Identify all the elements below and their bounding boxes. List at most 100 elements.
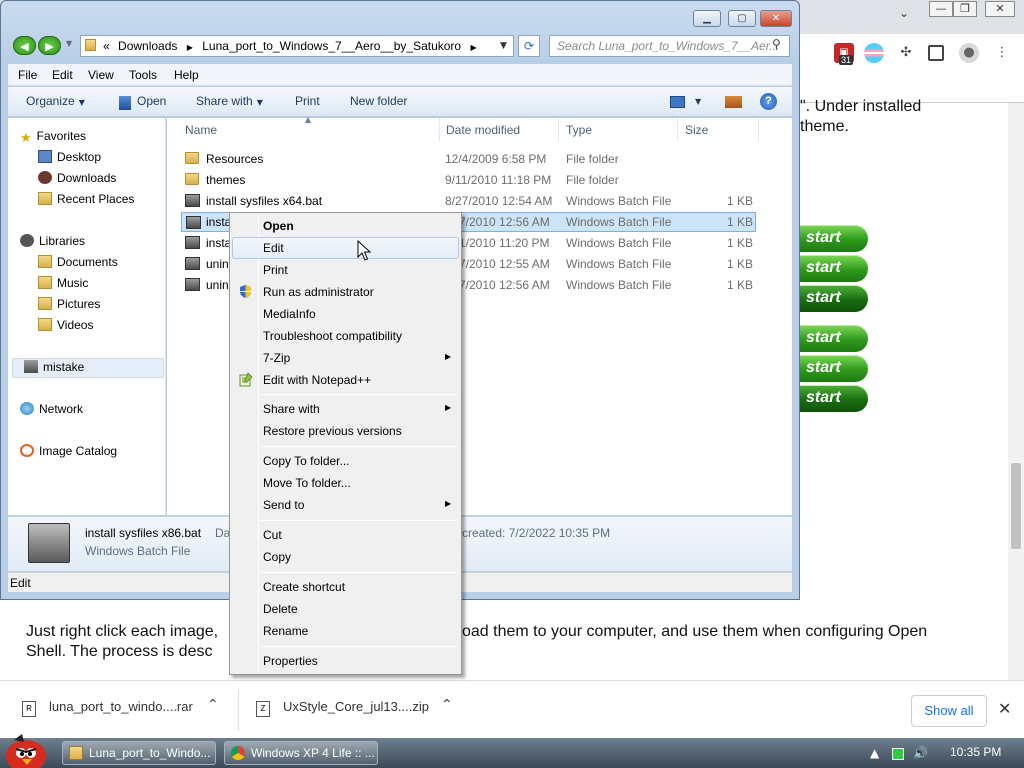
start-orb-image-6[interactable]: start	[800, 385, 868, 412]
network-tray-icon[interactable]	[892, 748, 904, 760]
column-separator[interactable]	[758, 118, 759, 142]
download-item-1[interactable]: luna_port_to_windo....rar	[49, 699, 193, 714]
maximize-button[interactable]: ▢	[728, 10, 756, 27]
nav-image-catalog[interactable]: Image Catalog	[20, 444, 117, 458]
browser-menu-icon[interactable]: ⋮	[992, 43, 1012, 63]
menu-delete[interactable]: Delete	[232, 598, 459, 620]
nav-favorites[interactable]: ★ Favorites	[20, 129, 86, 145]
system-clock[interactable]: 10:35 PM	[950, 745, 1001, 759]
menu-print[interactable]: Print	[232, 259, 459, 281]
menu-open[interactable]: Open	[232, 215, 459, 237]
column-date-modified[interactable]: Date modified	[446, 123, 520, 137]
breadcrumb-arrow-icon[interactable]: ▶	[470, 43, 476, 52]
menu-help[interactable]: Help	[174, 68, 199, 82]
close-button[interactable]: ✕	[760, 10, 792, 27]
open-button[interactable]: Open	[137, 94, 166, 108]
menu-cut[interactable]: Cut	[232, 524, 459, 546]
nav-network[interactable]: Network	[20, 402, 83, 416]
extensions-puzzle-icon[interactable]: ✣	[896, 43, 916, 63]
menu-edit[interactable]: Edit	[52, 68, 73, 82]
start-orb-image-3[interactable]: start	[800, 285, 868, 312]
close-icon[interactable]: ✕	[998, 699, 1011, 718]
nav-desktop[interactable]: Desktop	[38, 150, 101, 164]
nav-music[interactable]: Music	[38, 276, 88, 290]
breadcrumb-arrow-icon[interactable]: ▶	[187, 43, 193, 52]
browser-restore-button[interactable]: ❐	[953, 1, 977, 17]
start-orb-image-2[interactable]: start	[800, 255, 868, 282]
menu-view[interactable]: View	[88, 68, 114, 82]
minimize-button[interactable]: ▁	[693, 10, 721, 27]
start-orb-image-4[interactable]: start	[800, 325, 868, 352]
menu-send-to[interactable]: Send to ▶	[232, 494, 459, 516]
share-with-button[interactable]: Share with ▼	[196, 94, 263, 108]
column-separator[interactable]	[677, 118, 678, 142]
menu-edit-with-notepad[interactable]: Edit with Notepad++	[232, 369, 459, 391]
menu-copy[interactable]: Copy	[232, 546, 459, 568]
menu-move-to-folder[interactable]: Move To folder...	[232, 472, 459, 494]
refresh-button[interactable]: ⟳	[518, 35, 540, 57]
menu-copy-to-folder[interactable]: Copy To folder...	[232, 450, 459, 472]
print-button[interactable]: Print	[295, 94, 320, 108]
menu-share-with[interactable]: Share with ▶	[232, 398, 459, 420]
preview-pane-icon[interactable]	[725, 96, 742, 108]
views-icon[interactable]	[670, 96, 685, 108]
column-name[interactable]: Name	[185, 123, 217, 137]
search-icon[interactable]: ⚲	[772, 37, 781, 51]
nav-documents[interactable]: Documents	[38, 255, 118, 269]
menu-tools[interactable]: Tools	[129, 68, 157, 82]
organize-button[interactable]: Organize ▼	[26, 94, 85, 108]
start-orb-image-1[interactable]: start	[800, 225, 868, 252]
address-dropdown-icon[interactable]: ▼	[500, 36, 507, 56]
menu-troubleshoot-compatibility[interactable]: Troubleshoot compatibility	[232, 325, 459, 347]
start-orb-image-5[interactable]: start	[800, 355, 868, 382]
side-panel-icon[interactable]	[928, 45, 944, 61]
nav-downloads[interactable]: Downloads	[38, 171, 116, 185]
chevron-up-icon[interactable]: ⌃	[207, 697, 219, 713]
file-row[interactable]: Resources 12/4/2009 6:58 PM File folder	[181, 149, 756, 169]
taskbar-chrome-button[interactable]: Windows XP 4 Life :: ...	[224, 741, 378, 765]
back-button[interactable]: ◀	[13, 36, 36, 55]
menu-file[interactable]: File	[18, 68, 37, 82]
show-all-button[interactable]: Show all	[911, 695, 987, 727]
breadcrumb-current-folder[interactable]: Luna_port_to_Windows_7__Aero__by_Satukor…	[202, 39, 461, 53]
menu-mediainfo[interactable]: MediaInfo	[232, 303, 459, 325]
file-row[interactable]: install sysfiles x64.bat 8/27/2010 12:54…	[181, 191, 756, 211]
nav-libraries[interactable]: Libraries	[20, 234, 85, 248]
menu-run-as-administrator[interactable]: Run as administrator	[232, 281, 459, 303]
flag-extension-icon[interactable]	[864, 43, 884, 63]
help-icon[interactable]: ?	[760, 93, 777, 110]
new-folder-button[interactable]: New folder	[350, 94, 407, 108]
nav-videos[interactable]: Videos	[38, 318, 93, 332]
profile-avatar-icon[interactable]: ●	[959, 43, 979, 63]
tab-search-chevron-icon[interactable]: ⌄	[899, 6, 909, 20]
page-scrollbar[interactable]	[1008, 103, 1024, 680]
breadcrumb-downloads[interactable]: Downloads	[118, 39, 177, 53]
start-angry-bird-icon[interactable]	[2, 732, 50, 768]
search-input[interactable]: Search Luna_port_to_Windows_7__Aer...	[549, 35, 790, 57]
volume-icon[interactable]: 🔊	[913, 746, 928, 760]
download-item-2[interactable]: UxStyle_Core_jul13....zip	[283, 699, 429, 714]
column-separator[interactable]	[558, 118, 559, 142]
views-dropdown-icon[interactable]: ▼	[695, 97, 701, 106]
menu-properties[interactable]: Properties	[232, 650, 459, 672]
column-separator[interactable]	[439, 118, 440, 142]
browser-minimize-button[interactable]: —	[929, 1, 953, 17]
nav-mistake[interactable]: mistake	[24, 360, 84, 374]
column-size[interactable]: Size	[685, 123, 708, 137]
menu-edit-item[interactable]: Edit	[232, 237, 459, 259]
column-type[interactable]: Type	[566, 123, 592, 137]
menu-7zip[interactable]: 7-Zip ▶	[232, 347, 459, 369]
nav-pictures[interactable]: Pictures	[38, 297, 100, 311]
taskbar-explorer-button[interactable]: Luna_port_to_Windo...	[62, 741, 216, 765]
breadcrumb-overflow[interactable]: «	[103, 39, 110, 53]
chevron-up-icon[interactable]: ⌃	[441, 697, 453, 713]
browser-close-button[interactable]: ✕	[985, 1, 1015, 17]
menu-restore-previous-versions[interactable]: Restore previous versions	[232, 420, 459, 442]
file-row[interactable]: themes 9/11/2010 11:18 PM File folder	[181, 170, 756, 190]
address-bar[interactable]: « Downloads ▶ Luna_port_to_Windows_7__Ae…	[80, 35, 514, 57]
page-scrollbar-thumb[interactable]	[1011, 463, 1021, 549]
recent-pages-chevron-icon[interactable]: ▼	[66, 39, 72, 48]
forward-button[interactable]: ▶	[38, 36, 61, 55]
menu-rename[interactable]: Rename	[232, 620, 459, 642]
nav-recent-places[interactable]: Recent Places	[38, 192, 134, 206]
